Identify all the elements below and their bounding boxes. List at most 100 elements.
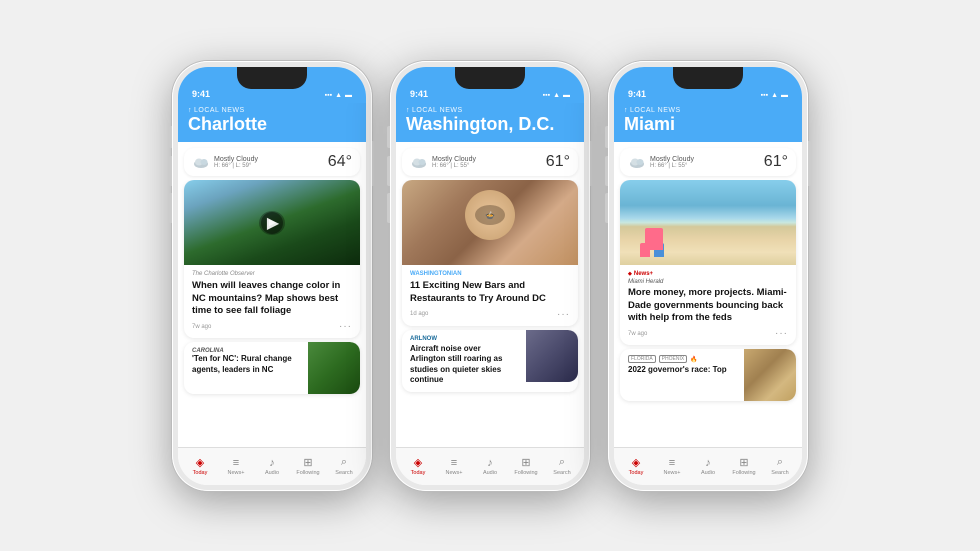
audio-nav-icon: ♪	[269, 457, 275, 469]
main-article-content: WASHINGTONIAN 11 Exciting New Bars and R…	[402, 265, 578, 326]
today-nav-icon: ◈	[632, 456, 640, 469]
bottom-nav: ◈ Today ≡ News+ ♪ Audio ⊞ Following ⌕ Se…	[614, 447, 802, 485]
notch	[455, 67, 525, 89]
status-time: 9:41	[628, 89, 646, 99]
today-nav-icon: ◈	[196, 456, 204, 469]
following-nav[interactable]: ⊞ Following	[294, 456, 322, 476]
weather-left: Mostly Cloudy H: 66° | L: 55°	[628, 156, 694, 169]
secondary-article-card[interactable]: ARLNOW Aircraft noise over Arlington sti…	[402, 330, 578, 392]
charlotte-forest-image: ▶	[184, 180, 360, 265]
weather-range: H: 66° | L: 55°	[432, 163, 476, 169]
audio-nav[interactable]: ♪ Audio	[476, 457, 504, 476]
article-title: 11 Exciting New Bars and Restaurants to …	[410, 280, 570, 305]
phone-inner-washington: 9:41 ▪▪▪ ▲ ▬ LOCAL NEWS Washington, D.C.…	[396, 67, 584, 485]
weather-left: Mostly Cloudy H: 66° | L: 55°	[410, 156, 476, 169]
article-title: When will leaves change color in NC moun…	[192, 280, 352, 317]
today-nav-label: Today	[629, 470, 644, 476]
video-play-button[interactable]: ▶	[261, 212, 283, 234]
battery-icon: ▬	[781, 92, 788, 99]
weather-condition: Mostly Cloudy	[432, 156, 476, 163]
cloud-icon	[410, 156, 428, 168]
secondary-article-title: Aircraft noise over Arlington still roar…	[410, 344, 518, 386]
search-nav[interactable]: ⌕ Search	[330, 456, 358, 476]
article-time: 7w ago	[192, 324, 211, 330]
main-article-card[interactable]: ▶ The Charlotte Observer When will leave…	[184, 180, 360, 338]
following-nav-label: Following	[732, 470, 755, 476]
main-article-card[interactable]: 🍲 WASHINGTONIAN 11 Exciting New Bars and…	[402, 180, 578, 326]
status-time: 9:41	[410, 89, 428, 99]
secondary-article-image	[744, 349, 796, 401]
weather-left: Mostly Cloudy H: 66° | L: 59°	[192, 156, 258, 169]
battery-icon: ▬	[563, 92, 570, 99]
newsplus-nav-label: News+	[446, 470, 463, 476]
phone-charlotte: 9:41 ▪▪▪ ▲ ▬ LOCAL NEWS Charlotte ··· Mo…	[172, 61, 372, 491]
main-article-image: 🍲	[402, 180, 578, 265]
today-nav[interactable]: ◈ Today	[186, 456, 214, 476]
today-nav-label: Today	[411, 470, 426, 476]
search-nav[interactable]: ⌕ Search	[548, 456, 576, 476]
audio-nav[interactable]: ♪ Audio	[258, 457, 286, 476]
header-more-dots[interactable]: ···	[341, 149, 356, 163]
audio-nav-label: Audio	[701, 470, 715, 476]
newsplus-nav-icon: ≡	[451, 457, 457, 469]
search-nav-icon: ⌕	[777, 456, 783, 469]
main-article-card[interactable]: News+ Miami Herald More money, more proj…	[620, 180, 796, 345]
bottom-nav: ◈ Today ≡ News+ ♪ Audio ⊞ Following ⌕ Se…	[396, 447, 584, 485]
phone-inner-miami: 9:41 ▪▪▪ ▲ ▬ LOCAL NEWS Miami ··· Mostly…	[614, 67, 802, 485]
article-source: WASHINGTONIAN	[410, 271, 570, 277]
florida-tag: FLORIDA	[628, 355, 656, 363]
header-more-dots[interactable]: ···	[777, 149, 792, 163]
scroll-area: 🍲 WASHINGTONIAN 11 Exciting New Bars and…	[396, 180, 584, 446]
main-article-image	[620, 180, 796, 265]
app-header: LOCAL NEWS Miami ···	[614, 103, 802, 143]
miami-beach-image	[620, 180, 796, 265]
article-time: 7w ago	[628, 331, 647, 337]
header-more-dots[interactable]: ···	[559, 149, 574, 163]
weather-bar: Mostly Cloudy H: 66° | L: 55° 61°	[402, 148, 578, 176]
article-source: Miami Herald	[628, 279, 788, 285]
weather-range: H: 66° | L: 59°	[214, 163, 258, 169]
secondary-article-card[interactable]: CAROLINA 'Ten for NC': Rural change agen…	[184, 342, 360, 394]
newsplus-nav-label: News+	[228, 470, 245, 476]
newsplus-nav-icon: ≡	[233, 457, 239, 469]
following-nav-label: Following	[514, 470, 537, 476]
following-nav[interactable]: ⊞ Following	[512, 456, 540, 476]
following-nav-label: Following	[296, 470, 319, 476]
newsplus-badge: News+	[628, 271, 788, 277]
cloud-icon	[628, 156, 646, 168]
newsplus-nav[interactable]: ≡ News+	[222, 457, 250, 476]
weather-info: Mostly Cloudy H: 66° | L: 55°	[650, 156, 694, 169]
secondary-article-content: FLORIDA PHOENIX 🔥 2022 governor's race: …	[620, 349, 744, 401]
food-bowl: 🍲	[465, 190, 515, 240]
status-icons: ▪▪▪ ▲ ▬	[325, 92, 352, 99]
newsplus-nav[interactable]: ≡ News+	[658, 457, 686, 476]
secondary-article-content: ARLNOW Aircraft noise over Arlington sti…	[402, 330, 526, 392]
newsplus-nav[interactable]: ≡ News+	[440, 457, 468, 476]
signal-icon: ▪▪▪	[543, 92, 550, 99]
secondary-source: ARLNOW	[410, 336, 518, 342]
article-more-dots[interactable]: ···	[339, 321, 352, 332]
article-more-dots[interactable]: ···	[557, 309, 570, 320]
secondary-article-image	[526, 330, 578, 382]
article-source: The Charlotte Observer	[192, 271, 352, 277]
notch	[237, 67, 307, 89]
bottom-nav: ◈ Today ≡ News+ ♪ Audio ⊞ Following ⌕ Se…	[178, 447, 366, 485]
weather-condition: Mostly Cloudy	[650, 156, 694, 163]
secondary-article-card[interactable]: FLORIDA PHOENIX 🔥 2022 governor's race: …	[620, 349, 796, 401]
scroll-area: ▶ The Charlotte Observer When will leave…	[178, 180, 366, 446]
weather-range: H: 66° | L: 55°	[650, 163, 694, 169]
today-nav[interactable]: ◈ Today	[404, 456, 432, 476]
following-nav-icon: ⊞	[521, 456, 530, 469]
search-nav[interactable]: ⌕ Search	[766, 456, 794, 476]
today-nav-icon: ◈	[414, 456, 422, 469]
washington-food-image: 🍲	[402, 180, 578, 265]
audio-nav[interactable]: ♪ Audio	[694, 457, 722, 476]
scroll-area: News+ Miami Herald More money, more proj…	[614, 180, 802, 446]
wifi-icon: ▲	[335, 92, 342, 99]
article-more-dots[interactable]: ···	[775, 328, 788, 339]
weather-bar: Mostly Cloudy H: 66° | L: 59° 64°	[184, 148, 360, 176]
notch	[673, 67, 743, 89]
following-nav[interactable]: ⊞ Following	[730, 456, 758, 476]
phone-miami: 9:41 ▪▪▪ ▲ ▬ LOCAL NEWS Miami ··· Mostly…	[608, 61, 808, 491]
today-nav[interactable]: ◈ Today	[622, 456, 650, 476]
